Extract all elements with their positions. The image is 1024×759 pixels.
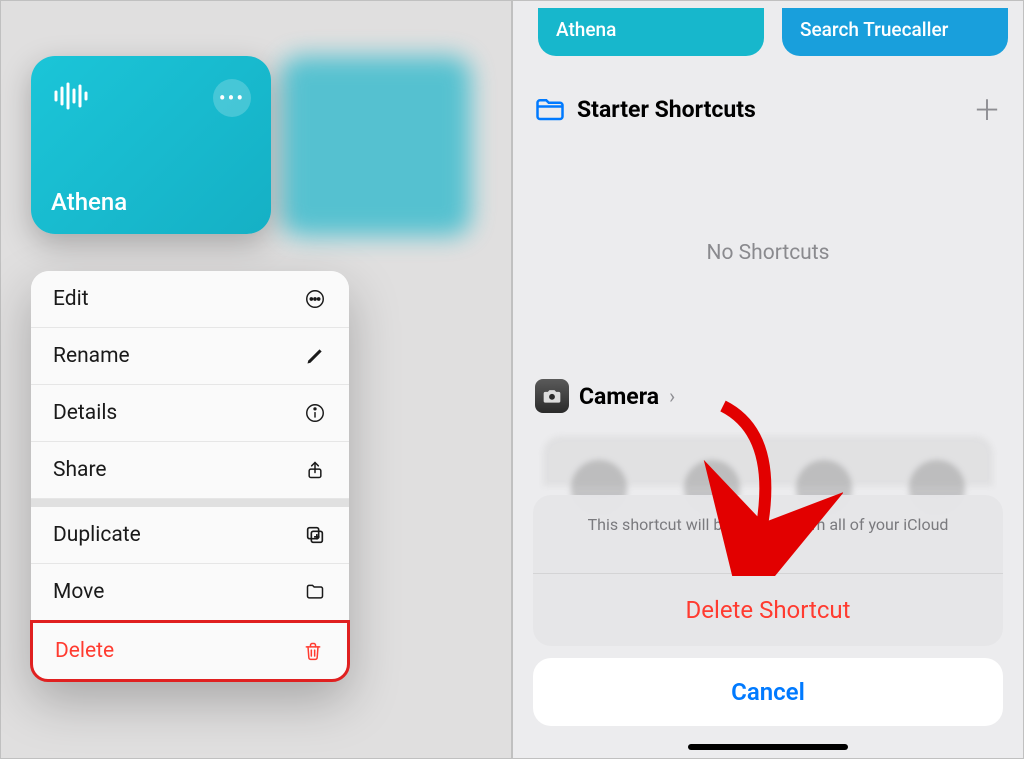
menu-delete[interactable]: Delete [30,620,350,682]
menu-share[interactable]: Share [31,442,349,499]
chevron-right-icon: › [669,384,675,408]
delete-shortcut-button[interactable]: Delete Shortcut [533,574,1003,646]
shortcut-card-athena[interactable]: ••• Athena [31,56,271,234]
menu-move[interactable]: Move [31,564,349,621]
folder-title: Starter Shortcuts [577,96,961,123]
folder-icon [303,580,327,604]
menu-edit[interactable]: Edit [31,271,349,328]
info-icon [303,401,327,425]
shortcut-tile-athena[interactable]: Athena [538,8,764,56]
shortcut-tiles-row: Athena Search Truecaller [538,8,1008,56]
menu-label: Delete [55,639,114,663]
more-icon[interactable]: ••• [213,79,251,117]
tile-label: Athena [556,18,616,41]
menu-label: Edit [53,287,89,311]
plus-icon[interactable]: ＋ [973,89,1001,129]
right-screenshot: Athena Search Truecaller Starter Shortcu… [512,0,1024,759]
shortcut-card-title: Athena [51,188,127,216]
folder-row-camera[interactable]: Camera › [535,379,675,413]
tile-label: Search Truecaller [800,18,948,41]
menu-label: Rename [53,344,130,368]
context-menu: Edit Rename Details Share Duplicate [31,271,349,681]
menu-label: Move [53,580,104,604]
left-screenshot: ••• Athena Edit Rename Details Share [0,0,512,759]
duplicate-icon [303,523,327,547]
menu-details[interactable]: Details [31,385,349,442]
folder-row-starter-shortcuts[interactable]: Starter Shortcuts ＋ [535,89,1001,129]
home-indicator [688,744,848,750]
menu-label: Duplicate [53,523,141,547]
share-icon [303,458,327,482]
cancel-button[interactable]: Cancel [533,658,1003,726]
blurred-shortcut-row [543,436,993,486]
menu-label: Share [53,458,107,482]
edit-icon [303,287,327,311]
blurred-background-tile [281,56,471,236]
pencil-icon [303,344,327,368]
waveform-icon [51,76,91,120]
folder-title: Camera [579,383,659,410]
menu-rename[interactable]: Rename [31,328,349,385]
action-sheet: This shortcut will be deleted from all o… [533,495,1003,726]
menu-label: Details [53,401,117,425]
action-sheet-message: This shortcut will be deleted from all o… [533,495,1003,574]
menu-duplicate[interactable]: Duplicate [31,507,349,564]
empty-state-text: No Shortcuts [513,241,1023,265]
shortcut-tile-truecaller[interactable]: Search Truecaller [782,8,1008,56]
menu-separator [31,499,349,507]
folder-icon [535,96,565,122]
trash-icon [301,639,325,663]
camera-icon [535,379,569,413]
